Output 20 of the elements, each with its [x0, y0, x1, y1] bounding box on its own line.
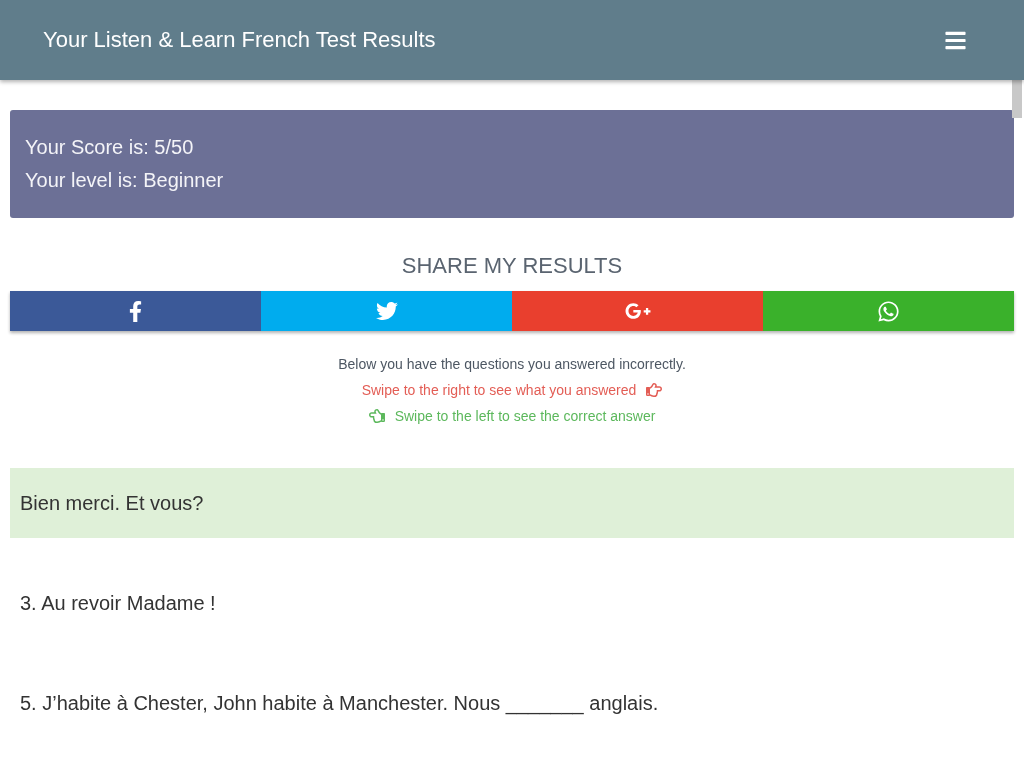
score-text: Your level is: Beginner — [25, 168, 225, 193]
question-text: Bien merci. Et vous? — [20, 491, 204, 515]
share-button[interactable] — [10, 291, 261, 331]
share-button[interactable] — [763, 291, 1014, 331]
share-button[interactable] — [261, 291, 512, 331]
phone-bubble-icon — [877, 299, 900, 323]
instruction-text: Below you have the questions you answered incorrectly. — [338, 356, 686, 372]
question-text: 5. J’habite à Chester, John habite à Manchester. Nous _______ anglais. — [20, 691, 659, 715]
share-button[interactable] — [512, 291, 763, 331]
share-heading: SHARE MY RESULTS — [400, 252, 624, 280]
question-text: 3. Au revoir Madame ! — [20, 591, 216, 615]
hand-pointing-right-icon — [646, 382, 663, 398]
hand-pointing-left-icon — [368, 408, 385, 424]
bird-icon — [375, 300, 398, 322]
score-text: Your Score is: 5/50 — [25, 135, 195, 160]
page-title: Your Listen & Learn French Test Results — [43, 27, 436, 53]
answer-card[interactable]: Bien merci. Et vous? — [10, 468, 1014, 538]
instruction-text: Swipe to the left to see the correct answer — [394, 408, 656, 424]
scrollbar-thumb[interactable] — [1012, 80, 1022, 118]
instruction-text: Swipe to the right to see what you answered — [361, 382, 637, 398]
